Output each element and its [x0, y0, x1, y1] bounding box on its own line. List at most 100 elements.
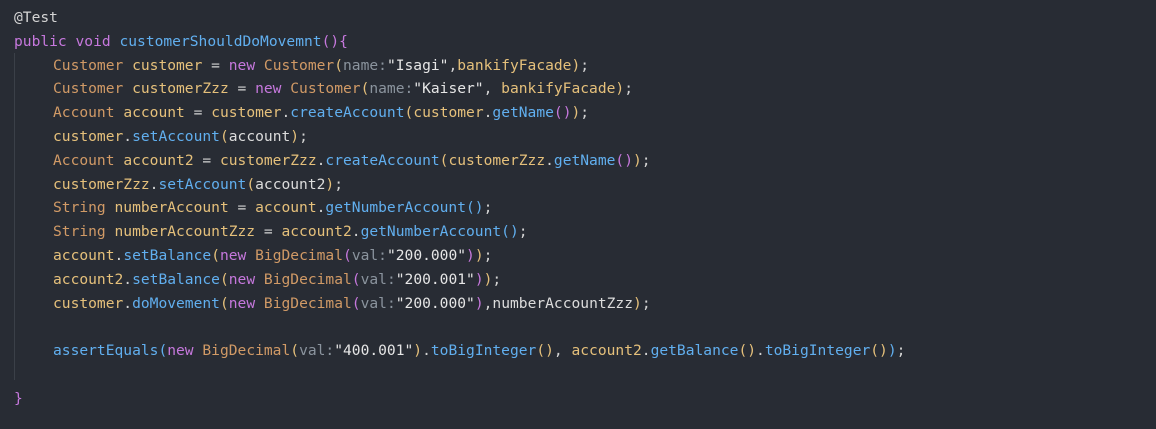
code-line[interactable]: } — [14, 387, 1144, 411]
code-token: account — [228, 127, 291, 145]
code-token: toBigInteger — [764, 342, 871, 360]
code-token: new — [228, 270, 256, 288]
code-token: customer — [413, 104, 484, 122]
code-token: ) — [615, 80, 625, 98]
code-token: "200.001" — [395, 270, 475, 288]
code-token: account — [53, 246, 115, 264]
code-token: ) — [325, 175, 335, 193]
code-token: doMovement — [132, 294, 220, 312]
code-token: ; — [580, 56, 590, 74]
code-token: ; — [334, 175, 344, 193]
code-token: ) — [474, 270, 484, 288]
code-line[interactable]: account.setBalance(new BigDecimal(val:"2… — [14, 244, 1144, 268]
code-token: } — [14, 389, 23, 407]
code-area[interactable]: @Test public void customerShouldDoMovemnt… — [14, 6, 1144, 411]
code-token: () — [536, 342, 554, 360]
code-token: bankifyFacade — [501, 80, 616, 98]
code-line[interactable]: customer.setAccount(account); — [14, 125, 1144, 149]
code-token: ) — [466, 246, 475, 264]
code-token: account2 — [571, 342, 642, 360]
code-token: getName — [553, 151, 616, 169]
code-token: String — [53, 199, 106, 217]
code-token: assertEquals — [53, 342, 159, 360]
code-line[interactable]: account2.setBalance(new BigDecimal(val:"… — [14, 268, 1144, 292]
code-token: createAccount — [290, 104, 405, 122]
code-editor[interactable]: @Test public void customerShouldDoMovemnt… — [0, 0, 1156, 429]
code-token: "400.001" — [334, 342, 414, 360]
code-token: () — [615, 151, 633, 169]
code-token: = — [228, 199, 256, 217]
code-token: = — [255, 223, 282, 241]
code-token: BigDecimal — [263, 294, 352, 312]
code-token: customerZzz — [219, 151, 317, 169]
code-token: () — [870, 342, 888, 360]
code-token: ( — [219, 294, 229, 312]
code-token: getBalance — [650, 342, 739, 360]
code-token: ( — [158, 342, 168, 360]
code-token: createAccount — [325, 151, 440, 169]
code-token: { — [339, 32, 348, 50]
code-token: () — [738, 342, 757, 360]
code-token: "Kaiser" — [413, 80, 484, 98]
code-token: new — [167, 342, 194, 360]
code-token: public — [14, 32, 67, 50]
code-token: numberAccountZzz — [114, 223, 256, 241]
code-token: . — [756, 342, 765, 360]
code-line[interactable]: assertEquals(new BigDecimal(val:"400.001… — [14, 339, 1144, 363]
code-token: new — [228, 56, 256, 74]
code-token: BigDecimal — [255, 246, 344, 264]
code-token: ( — [334, 56, 343, 74]
code-token: customerZzz — [132, 80, 229, 98]
code-token: ) — [571, 104, 581, 122]
code-token: . — [123, 294, 133, 312]
code-line[interactable]: customer.doMovement(new BigDecimal(val:"… — [14, 292, 1144, 316]
code-token: ) — [887, 342, 897, 360]
code-line[interactable]: Customer customer = new Customer(name:"I… — [14, 54, 1144, 78]
code-token: = — [184, 104, 212, 122]
code-token: Customer — [53, 56, 124, 74]
code-token: getNumberAccount — [325, 199, 467, 217]
code-token: customer — [53, 127, 124, 145]
code-token: name: — [369, 80, 414, 98]
code-line[interactable]: public void customerShouldDoMovemnt(){ — [14, 30, 1144, 54]
code-token: BigDecimal — [263, 270, 352, 288]
code-line[interactable] — [14, 315, 1144, 339]
code-token: Account — [53, 104, 115, 122]
code-token: setAccount — [158, 175, 247, 193]
code-token: ; — [641, 294, 651, 312]
code-token: () — [321, 32, 340, 50]
code-token: ; — [299, 127, 308, 145]
code-line[interactable]: Customer customerZzz = new Customer(name… — [14, 77, 1144, 101]
code-token: = — [193, 151, 220, 169]
code-token: Customer — [290, 80, 361, 98]
code-token: ( — [219, 127, 229, 145]
code-token: ( — [351, 270, 361, 288]
code-token: customerZzz — [448, 151, 546, 169]
code-line[interactable]: Account account2 = customerZzz. createAcc… — [14, 149, 1144, 173]
code-token: void — [75, 32, 111, 50]
code-token: () — [553, 104, 572, 122]
code-token: () — [466, 199, 484, 217]
code-token: "Isagi" — [386, 56, 449, 74]
code-token: "200.000" — [386, 246, 467, 264]
code-token: ( — [246, 175, 256, 193]
code-token: new — [228, 294, 256, 312]
code-token: = — [202, 56, 229, 74]
code-line[interactable]: @Test — [14, 6, 1144, 30]
code-line[interactable] — [14, 363, 1144, 387]
code-line[interactable]: String numberAccount = account.getNumber… — [14, 196, 1144, 220]
code-token: bankifyFacade — [457, 56, 572, 74]
code-line[interactable]: String numberAccountZzz = account2.getNu… — [14, 220, 1144, 244]
code-token: account2 — [53, 270, 124, 288]
code-line[interactable]: Account account = customer.createAccount… — [14, 101, 1144, 125]
code-line[interactable]: customerZzz.setAccount(account2); — [14, 173, 1144, 197]
